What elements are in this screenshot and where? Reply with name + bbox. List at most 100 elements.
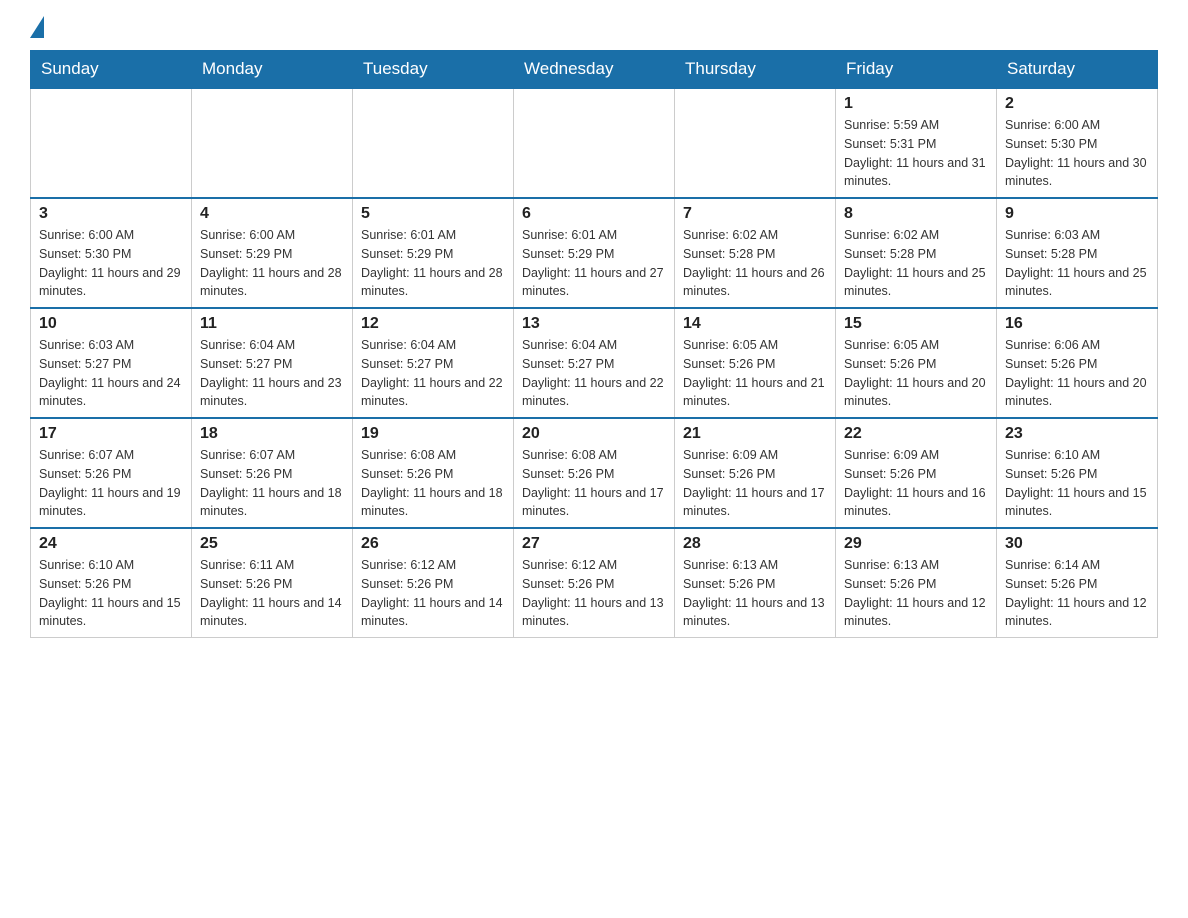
day-info: Sunrise: 6:01 AMSunset: 5:29 PMDaylight:… <box>361 226 505 301</box>
day-number: 27 <box>522 535 666 553</box>
calendar-cell: 6 Sunrise: 6:01 AMSunset: 5:29 PMDaylight… <box>514 198 675 308</box>
calendar-week-row: 10 Sunrise: 6:03 AMSunset: 5:27 PMDayligh… <box>31 308 1158 418</box>
calendar-cell: 27 Sunrise: 6:12 AMSunset: 5:26 PMDayligh… <box>514 528 675 638</box>
calendar-cell: 16Sunrise: 6:06 AMSunset: 5:26 PMDayligh… <box>997 308 1158 418</box>
calendar-cell: 17 Sunrise: 6:07 AMSunset: 5:26 PMDayligh… <box>31 418 192 528</box>
calendar-cell: 5 Sunrise: 6:01 AMSunset: 5:29 PMDaylight… <box>353 198 514 308</box>
calendar-week-row: 17 Sunrise: 6:07 AMSunset: 5:26 PMDayligh… <box>31 418 1158 528</box>
day-info: Sunrise: 6:08 AMSunset: 5:26 PMDaylight:… <box>361 446 505 521</box>
calendar-cell: 21Sunrise: 6:09 AMSunset: 5:26 PMDayligh… <box>675 418 836 528</box>
day-info: Sunrise: 6:13 AMSunset: 5:26 PMDaylight:… <box>844 556 988 631</box>
day-info: Sunrise: 5:59 AMSunset: 5:31 PMDaylight:… <box>844 116 988 191</box>
day-number: 15 <box>844 315 988 333</box>
calendar-cell <box>353 88 514 198</box>
day-number: 25 <box>200 535 344 553</box>
day-info: Sunrise: 6:14 AMSunset: 5:26 PMDaylight:… <box>1005 556 1149 631</box>
calendar-week-row: 1 Sunrise: 5:59 AMSunset: 5:31 PMDaylight… <box>31 88 1158 198</box>
day-number: 20 <box>522 425 666 443</box>
day-info: Sunrise: 6:09 AMSunset: 5:26 PMDaylight:… <box>683 446 827 521</box>
col-monday: Monday <box>192 51 353 89</box>
day-number: 12 <box>361 315 505 333</box>
day-number: 13 <box>522 315 666 333</box>
logo-triangle-icon <box>30 16 44 38</box>
day-info: Sunrise: 6:12 AMSunset: 5:26 PMDaylight:… <box>361 556 505 631</box>
day-number: 10 <box>39 315 183 333</box>
day-number: 4 <box>200 205 344 223</box>
calendar-cell: 24Sunrise: 6:10 AMSunset: 5:26 PMDayligh… <box>31 528 192 638</box>
calendar-cell: 11 Sunrise: 6:04 AMSunset: 5:27 PMDayligh… <box>192 308 353 418</box>
calendar-cell: 13Sunrise: 6:04 AMSunset: 5:27 PMDayligh… <box>514 308 675 418</box>
calendar-cell: 26 Sunrise: 6:12 AMSunset: 5:26 PMDayligh… <box>353 528 514 638</box>
calendar-cell: 29Sunrise: 6:13 AMSunset: 5:26 PMDayligh… <box>836 528 997 638</box>
day-info: Sunrise: 6:07 AMSunset: 5:26 PMDaylight:… <box>200 446 344 521</box>
calendar-cell <box>675 88 836 198</box>
calendar-week-row: 24Sunrise: 6:10 AMSunset: 5:26 PMDayligh… <box>31 528 1158 638</box>
day-info: Sunrise: 6:10 AMSunset: 5:26 PMDaylight:… <box>39 556 183 631</box>
calendar-cell: 3 Sunrise: 6:00 AMSunset: 5:30 PMDaylight… <box>31 198 192 308</box>
page-header <box>30 20 1158 32</box>
day-number: 8 <box>844 205 988 223</box>
calendar-cell: 7 Sunrise: 6:02 AMSunset: 5:28 PMDaylight… <box>675 198 836 308</box>
calendar-cell: 19 Sunrise: 6:08 AMSunset: 5:26 PMDayligh… <box>353 418 514 528</box>
day-number: 30 <box>1005 535 1149 553</box>
calendar-cell: 18 Sunrise: 6:07 AMSunset: 5:26 PMDayligh… <box>192 418 353 528</box>
calendar-cell: 14 Sunrise: 6:05 AMSunset: 5:26 PMDayligh… <box>675 308 836 418</box>
day-info: Sunrise: 6:00 AMSunset: 5:29 PMDaylight:… <box>200 226 344 301</box>
col-thursday: Thursday <box>675 51 836 89</box>
day-number: 11 <box>200 315 344 333</box>
day-info: Sunrise: 6:10 AMSunset: 5:26 PMDaylight:… <box>1005 446 1149 521</box>
day-number: 18 <box>200 425 344 443</box>
calendar-cell: 8Sunrise: 6:02 AMSunset: 5:28 PMDaylight… <box>836 198 997 308</box>
day-number: 6 <box>522 205 666 223</box>
day-info: Sunrise: 6:07 AMSunset: 5:26 PMDaylight:… <box>39 446 183 521</box>
calendar-cell: 23 Sunrise: 6:10 AMSunset: 5:26 PMDayligh… <box>997 418 1158 528</box>
day-number: 3 <box>39 205 183 223</box>
calendar-cell: 2Sunrise: 6:00 AMSunset: 5:30 PMDaylight… <box>997 88 1158 198</box>
col-wednesday: Wednesday <box>514 51 675 89</box>
day-info: Sunrise: 6:11 AMSunset: 5:26 PMDaylight:… <box>200 556 344 631</box>
calendar-cell: 15 Sunrise: 6:05 AMSunset: 5:26 PMDayligh… <box>836 308 997 418</box>
calendar-cell: 22Sunrise: 6:09 AMSunset: 5:26 PMDayligh… <box>836 418 997 528</box>
calendar-cell: 10 Sunrise: 6:03 AMSunset: 5:27 PMDayligh… <box>31 308 192 418</box>
calendar-cell: 1 Sunrise: 5:59 AMSunset: 5:31 PMDaylight… <box>836 88 997 198</box>
day-number: 1 <box>844 95 988 113</box>
calendar-cell <box>31 88 192 198</box>
day-info: Sunrise: 6:04 AMSunset: 5:27 PMDaylight:… <box>361 336 505 411</box>
day-info: Sunrise: 6:04 AMSunset: 5:27 PMDaylight:… <box>200 336 344 411</box>
calendar-cell: 12 Sunrise: 6:04 AMSunset: 5:27 PMDayligh… <box>353 308 514 418</box>
day-number: 17 <box>39 425 183 443</box>
calendar-cell: 28 Sunrise: 6:13 AMSunset: 5:26 PMDayligh… <box>675 528 836 638</box>
day-number: 26 <box>361 535 505 553</box>
day-info: Sunrise: 6:13 AMSunset: 5:26 PMDaylight:… <box>683 556 827 631</box>
calendar-cell: 30 Sunrise: 6:14 AMSunset: 5:26 PMDayligh… <box>997 528 1158 638</box>
day-number: 14 <box>683 315 827 333</box>
calendar-table: Sunday Monday Tuesday Wednesday Thursday… <box>30 50 1158 638</box>
col-friday: Friday <box>836 51 997 89</box>
calendar-cell: 9 Sunrise: 6:03 AMSunset: 5:28 PMDaylight… <box>997 198 1158 308</box>
day-number: 28 <box>683 535 827 553</box>
day-number: 9 <box>1005 205 1149 223</box>
day-number: 7 <box>683 205 827 223</box>
calendar-header-row: Sunday Monday Tuesday Wednesday Thursday… <box>31 51 1158 89</box>
day-info: Sunrise: 6:12 AMSunset: 5:26 PMDaylight:… <box>522 556 666 631</box>
calendar-cell: 25 Sunrise: 6:11 AMSunset: 5:26 PMDayligh… <box>192 528 353 638</box>
day-number: 5 <box>361 205 505 223</box>
calendar-week-row: 3 Sunrise: 6:00 AMSunset: 5:30 PMDaylight… <box>31 198 1158 308</box>
col-sunday: Sunday <box>31 51 192 89</box>
day-number: 19 <box>361 425 505 443</box>
day-info: Sunrise: 6:03 AMSunset: 5:28 PMDaylight:… <box>1005 226 1149 301</box>
day-number: 22 <box>844 425 988 443</box>
col-tuesday: Tuesday <box>353 51 514 89</box>
logo <box>30 20 44 32</box>
day-info: Sunrise: 6:05 AMSunset: 5:26 PMDaylight:… <box>683 336 827 411</box>
day-info: Sunrise: 6:03 AMSunset: 5:27 PMDaylight:… <box>39 336 183 411</box>
calendar-cell: 20Sunrise: 6:08 AMSunset: 5:26 PMDayligh… <box>514 418 675 528</box>
day-info: Sunrise: 6:02 AMSunset: 5:28 PMDaylight:… <box>683 226 827 301</box>
day-number: 23 <box>1005 425 1149 443</box>
calendar-cell: 4 Sunrise: 6:00 AMSunset: 5:29 PMDaylight… <box>192 198 353 308</box>
day-info: Sunrise: 6:06 AMSunset: 5:26 PMDaylight:… <box>1005 336 1149 411</box>
day-info: Sunrise: 6:05 AMSunset: 5:26 PMDaylight:… <box>844 336 988 411</box>
day-number: 2 <box>1005 95 1149 113</box>
day-info: Sunrise: 6:01 AMSunset: 5:29 PMDaylight:… <box>522 226 666 301</box>
day-info: Sunrise: 6:00 AMSunset: 5:30 PMDaylight:… <box>39 226 183 301</box>
